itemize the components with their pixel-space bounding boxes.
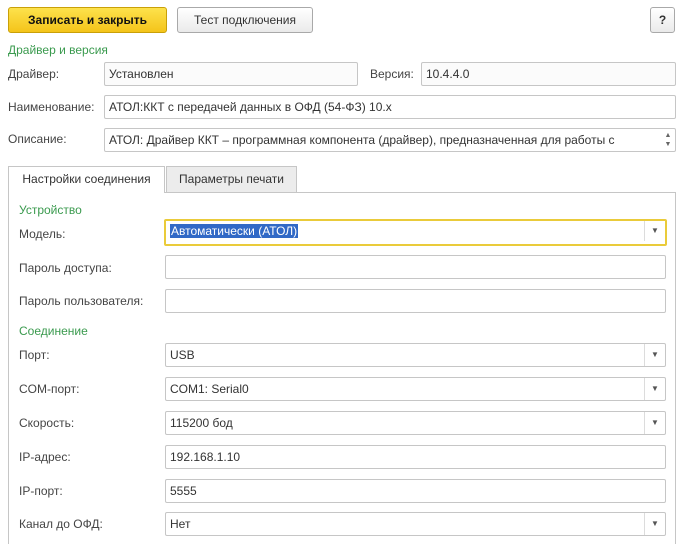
device-section-title: Устройство [19,203,82,217]
driver-field: Установлен [104,62,358,86]
chevron-down-icon[interactable]: ▼ [644,221,665,241]
port-label: Порт: [19,348,50,362]
user-password-label: Пароль пользователя: [19,294,144,308]
ip-address-label: IP-адрес: [19,450,71,464]
access-password-input[interactable] [165,255,666,279]
ofd-channel-select[interactable]: Нет ▼ [165,512,666,536]
port-select[interactable]: USB ▼ [165,343,666,367]
chevron-down-icon[interactable]: ▼ [644,378,665,400]
chevron-down-icon[interactable]: ▼ [644,513,665,535]
model-value: Автоматически (АТОЛ) [170,224,299,238]
ofd-channel-label: Канал до ОФД: [19,517,103,531]
com-port-value: COM1: Serial0 [170,382,249,396]
version-label: Версия: [370,67,414,81]
driver-value: Установлен [109,67,174,81]
speed-value: 115200 бод [170,416,233,430]
ip-port-label: IP-порт: [19,484,63,498]
version-field: 10.4.4.0 [421,62,676,86]
chevron-down-icon[interactable]: ▼ [644,344,665,366]
com-port-label: COM-порт: [19,382,80,396]
chevron-down-icon[interactable]: ▼ [644,412,665,434]
com-port-select[interactable]: COM1: Serial0 ▼ [165,377,666,401]
name-value: АТОЛ:ККТ с передачей данных в ОФД (54-ФЗ… [109,100,392,114]
description-label: Описание: [8,132,67,146]
tab-connection-settings[interactable]: Настройки соединения [8,166,165,193]
connection-section-title: Соединение [19,324,88,338]
tab-print-parameters[interactable]: Параметры печати [166,166,297,192]
user-password-input[interactable] [165,289,666,313]
model-label: Модель: [19,227,66,241]
ip-port-input[interactable]: 5555 [165,479,666,503]
version-value: 10.4.4.0 [426,67,470,81]
model-select[interactable]: Автоматически (АТОЛ) ▼ [164,219,667,246]
name-label: Наименование: [8,100,95,114]
speed-select[interactable]: 115200 бод ▼ [165,411,666,435]
ofd-channel-value: Нет [170,517,191,531]
ip-address-input[interactable]: 192.168.1.10 [165,445,666,469]
save-and-close-button[interactable]: Записать и закрыть [8,7,167,33]
driver-label: Драйвер: [8,67,60,81]
name-field[interactable]: АТОЛ:ККТ с передачей данных в ОФД (54-ФЗ… [104,95,676,119]
port-value: USB [170,348,195,362]
speed-label: Скорость: [19,416,75,430]
test-connection-button[interactable]: Тест подключения [177,7,313,33]
access-password-label: Пароль доступа: [19,261,112,275]
driver-section-title: Драйвер и версия [8,43,108,57]
description-value: АТОЛ: Драйвер ККТ – программная компонен… [109,133,615,147]
help-button[interactable]: ? [650,7,675,33]
description-field[interactable]: АТОЛ: Драйвер ККТ – программная компонен… [104,128,676,152]
description-scroll-icon[interactable]: ▲ ▼ [663,131,673,149]
